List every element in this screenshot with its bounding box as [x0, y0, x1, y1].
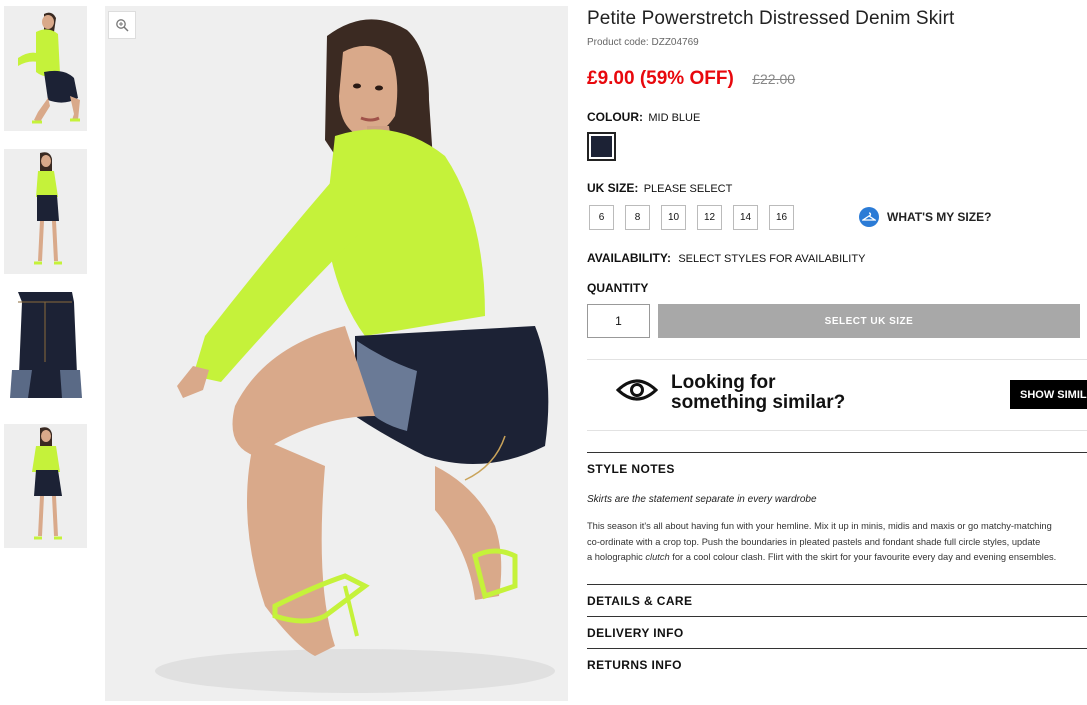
sale-price: £9.00 (59% OFF) [587, 68, 734, 89]
availability-label: AVAILABILITY: [587, 251, 671, 265]
size-label-row: UK SIZE: PLEASE SELECT [587, 181, 732, 195]
colour-swatch-fill [591, 136, 612, 157]
divider [587, 452, 1087, 453]
zoom-button[interactable] [108, 11, 136, 39]
hanger-icon [859, 207, 879, 227]
thumbnail-3-image [4, 290, 87, 409]
availability-value: SELECT STYLES FOR AVAILABILITY [678, 253, 866, 265]
style-notes-title[interactable]: STYLE NOTES [587, 462, 675, 476]
description-line-3: a holographic clutch for a cool colour c… [587, 552, 1057, 562]
size-option-8[interactable]: 8 [625, 205, 650, 230]
divider [587, 584, 1087, 585]
whats-my-size-label: WHAT'S MY SIZE? [887, 210, 992, 224]
divider [587, 648, 1087, 649]
original-price: £22.00 [752, 71, 796, 87]
main-product-image[interactable] [105, 6, 568, 701]
size-options: 6 8 10 12 14 16 [589, 205, 794, 230]
colour-swatch-mid-blue[interactable] [587, 132, 616, 161]
size-value: PLEASE SELECT [643, 183, 733, 195]
price-row: £9.00 (59% OFF) £22.00 [587, 68, 795, 90]
clutch-link[interactable]: clutch [645, 552, 669, 562]
thumbnail-1-image [4, 6, 87, 131]
similar-line-1: Looking for [671, 372, 776, 393]
show-similar-button[interactable]: SHOW SIMILAR [1010, 380, 1087, 409]
select-uk-size-button[interactable]: SELECT UK SIZE [658, 304, 1080, 338]
size-option-6[interactable]: 6 [589, 205, 614, 230]
size-option-14[interactable]: 14 [733, 205, 758, 230]
description-line-2: co-ordinate with a crop top. Push the bo… [587, 536, 1041, 547]
thumbnail-2-image [4, 149, 87, 274]
size-option-12[interactable]: 12 [697, 205, 722, 230]
colour-label-row: COLOUR: MID BLUE [587, 110, 700, 124]
divider [587, 616, 1087, 617]
similar-line-2: something similar? [671, 392, 846, 413]
model-illustration [105, 6, 568, 701]
divider [587, 430, 1087, 431]
thumbnail-3[interactable] [4, 290, 87, 409]
thumbnail-4[interactable] [4, 424, 87, 548]
colour-value: MID BLUE [648, 112, 701, 124]
delivery-info-accordion[interactable]: DELIVERY INFO [587, 626, 684, 640]
details-care-accordion[interactable]: DETAILS & CARE [587, 594, 692, 608]
colour-label: COLOUR: [587, 110, 643, 124]
thumbnail-1[interactable] [4, 6, 87, 131]
size-option-16[interactable]: 16 [769, 205, 794, 230]
similar-heading: Looking for something similar? [671, 373, 845, 413]
zoom-icon [116, 19, 129, 32]
description-line-1: This season it's all about having fun wi… [587, 521, 1052, 531]
size-option-10[interactable]: 10 [661, 205, 686, 230]
divider [587, 359, 1087, 360]
thumbnail-2[interactable] [4, 149, 87, 274]
style-notes-description: This season it's all about having fun wi… [587, 519, 1087, 566]
product-code: Product code: DZZ04769 [587, 37, 699, 48]
thumbnail-4-image [4, 424, 87, 548]
returns-info-accordion[interactable]: RETURNS INFO [587, 658, 682, 672]
product-details-panel: Petite Powerstretch Distressed Denim Ski… [587, 0, 1087, 705]
quantity-input[interactable]: 1 [587, 304, 650, 338]
product-title: Petite Powerstretch Distressed Denim Ski… [587, 8, 955, 29]
eye-icon [615, 378, 659, 407]
quantity-label: QUANTITY [587, 281, 649, 295]
size-label: UK SIZE: [587, 181, 639, 195]
style-notes-tagline: Skirts are the statement separate in eve… [587, 494, 817, 505]
whats-my-size-link[interactable]: WHAT'S MY SIZE? [859, 207, 991, 227]
availability-row: AVAILABILITY: SELECT STYLES FOR AVAILABI… [587, 251, 865, 265]
